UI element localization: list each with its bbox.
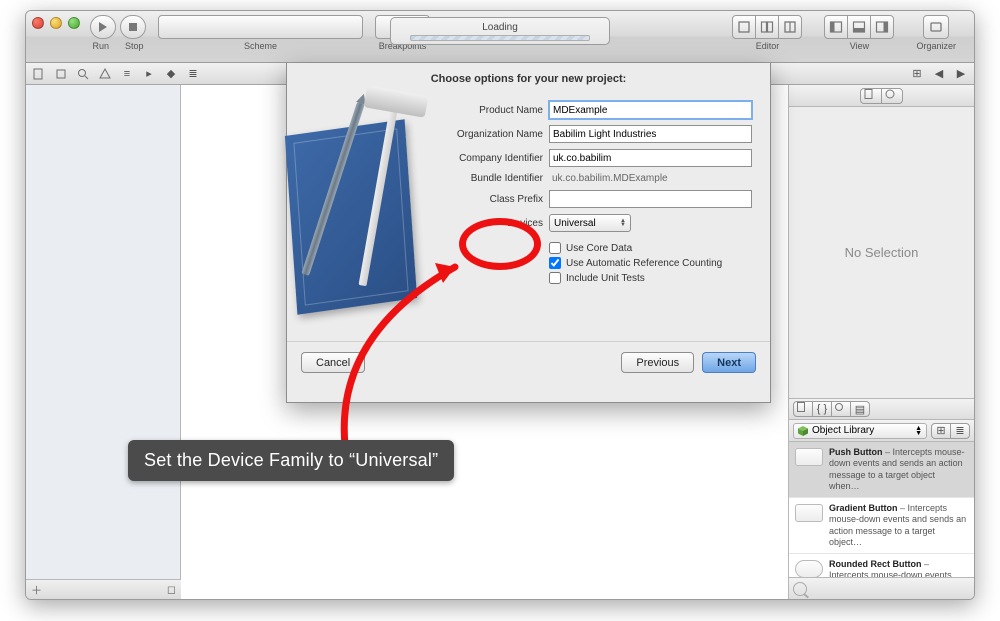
library-grid-view[interactable]: ⊞ <box>931 423 951 439</box>
devices-label: Devices <box>435 218 543 229</box>
include-tests-check[interactable]: Include Unit Tests <box>549 272 752 284</box>
editor-mode-segmented[interactable] <box>732 15 802 39</box>
object-library-tab[interactable] <box>831 401 851 417</box>
file-inspector-tab[interactable] <box>860 88 882 104</box>
play-icon <box>99 22 107 32</box>
devices-value: Universal <box>554 218 596 229</box>
inspector-placeholder: No Selection <box>789 107 974 398</box>
stop-label: Stop <box>125 41 144 51</box>
org-name-label: Organization Name <box>435 129 543 140</box>
activity-text: Loading <box>482 22 518 33</box>
run-label: Run <box>92 41 109 51</box>
use-arc-check[interactable]: Use Automatic Reference Counting <box>549 257 752 269</box>
company-id-field[interactable] <box>549 149 752 167</box>
org-name-field[interactable] <box>549 125 752 143</box>
push-button-icon <box>795 448 823 466</box>
issue-nav-icon[interactable] <box>98 67 112 81</box>
file-template-tab[interactable] <box>793 401 813 417</box>
debug-nav-icon[interactable]: ▸ <box>142 67 156 81</box>
add-icon[interactable]: ＋ <box>31 582 42 598</box>
annotation-callout: Set the Device Family to “Universal” <box>128 440 454 481</box>
object-library-dropdown[interactable]: Object Library ▲▼ <box>793 423 927 439</box>
next-button[interactable]: Next <box>702 352 756 373</box>
library-list-view[interactable]: ≣ <box>950 423 970 439</box>
jump-grid-icon[interactable]: ⊞ <box>910 67 924 81</box>
jump-back-icon[interactable]: ◀ <box>932 67 946 81</box>
organizer-label: Organizer <box>916 41 956 51</box>
titlebar: Run Stop Scheme Breakpoints Loading <box>26 11 974 63</box>
toggle-utilities-button[interactable] <box>870 15 894 39</box>
stop-button[interactable] <box>120 15 146 39</box>
utilities-panel: No Selection { } ▤ Object Library ▲▼ ⊞ ≣ <box>788 85 974 599</box>
activity-viewer: Loading <box>390 17 610 45</box>
previous-button[interactable]: Previous <box>621 352 694 373</box>
object-library-list[interactable]: Push Button – Intercepts mouse-down even… <box>789 442 974 577</box>
media-library-tab[interactable]: ▤ <box>850 401 870 417</box>
quick-help-tab[interactable] <box>881 88 903 104</box>
navigator-panel <box>26 85 181 599</box>
cancel-button[interactable]: Cancel <box>301 352 365 373</box>
bundle-id-value: uk.co.babilim.MDExample <box>549 173 752 184</box>
run-button[interactable] <box>90 15 116 39</box>
close-window-button[interactable] <box>32 17 44 29</box>
company-id-label: Company Identifier <box>435 153 543 164</box>
list-item[interactable]: Gradient Button – Intercepts mouse-down … <box>789 498 974 554</box>
template-artwork <box>297 93 427 333</box>
library-header: { } ▤ <box>789 398 974 420</box>
view-label: View <box>850 41 869 51</box>
class-prefix-label: Class Prefix <box>435 194 543 205</box>
project-nav-icon[interactable] <box>32 67 46 81</box>
toggle-navigator-button[interactable] <box>824 15 848 39</box>
minimize-window-button[interactable] <box>50 17 62 29</box>
list-item[interactable]: Rounded Rect Button – Intercepts mouse-d… <box>789 554 974 577</box>
chevron-updown-icon: ▲▼ <box>620 219 626 227</box>
editor-label: Editor <box>756 41 780 51</box>
use-core-data-check[interactable]: Use Core Data <box>549 242 752 254</box>
code-snippet-tab[interactable]: { } <box>812 401 832 417</box>
list-item[interactable]: Push Button – Intercepts mouse-down even… <box>789 442 974 498</box>
scheme-selector[interactable] <box>158 15 363 39</box>
product-name-label: Product Name <box>435 105 543 116</box>
test-nav-icon[interactable]: ≡ <box>120 67 134 81</box>
search-nav-icon[interactable] <box>76 67 90 81</box>
assistant-editor-button[interactable] <box>755 15 779 39</box>
symbol-nav-icon[interactable] <box>54 67 68 81</box>
xcode-window: Run Stop Scheme Breakpoints Loading <box>25 10 975 600</box>
view-segmented[interactable] <box>824 15 894 39</box>
jump-fwd-icon[interactable]: ▶ <box>954 67 968 81</box>
object-library-label: Object Library <box>812 425 874 436</box>
navigator-filter-bar: ＋ ◻ <box>26 579 181 599</box>
filter-square-icon[interactable]: ◻ <box>167 583 176 596</box>
sheet-footer: Cancel Previous Next <box>287 341 770 383</box>
gradient-button-icon <box>795 504 823 522</box>
new-project-sheet: Choose options for your new project: Pro… <box>286 63 771 403</box>
devices-select[interactable]: Universal ▲▼ <box>549 214 631 232</box>
stop-icon <box>129 23 137 31</box>
sheet-title: Choose options for your new project: <box>287 63 770 93</box>
class-prefix-field[interactable] <box>549 190 752 208</box>
sheet-form: Product Name Organization Name Company I… <box>427 93 770 341</box>
traffic-lights <box>32 17 80 29</box>
run-stop-group: Run Stop <box>90 15 146 51</box>
bundle-id-label: Bundle Identifier <box>435 173 543 184</box>
toggle-debug-button[interactable] <box>847 15 871 39</box>
organizer-button[interactable] <box>923 15 949 39</box>
log-nav-icon[interactable]: ≣ <box>186 67 200 81</box>
scheme-label: Scheme <box>244 41 277 51</box>
inspector-tabs <box>789 85 974 107</box>
search-icon <box>793 582 807 596</box>
product-name-field[interactable] <box>549 101 752 119</box>
activity-progress <box>410 35 590 41</box>
library-filter <box>789 577 974 599</box>
breakpoint-nav-icon[interactable]: ◆ <box>164 67 178 81</box>
standard-editor-button[interactable] <box>732 15 756 39</box>
zoom-window-button[interactable] <box>68 17 80 29</box>
rounded-rect-button-icon <box>795 560 823 577</box>
version-editor-button[interactable] <box>778 15 802 39</box>
scheme-group: Scheme <box>158 15 363 51</box>
